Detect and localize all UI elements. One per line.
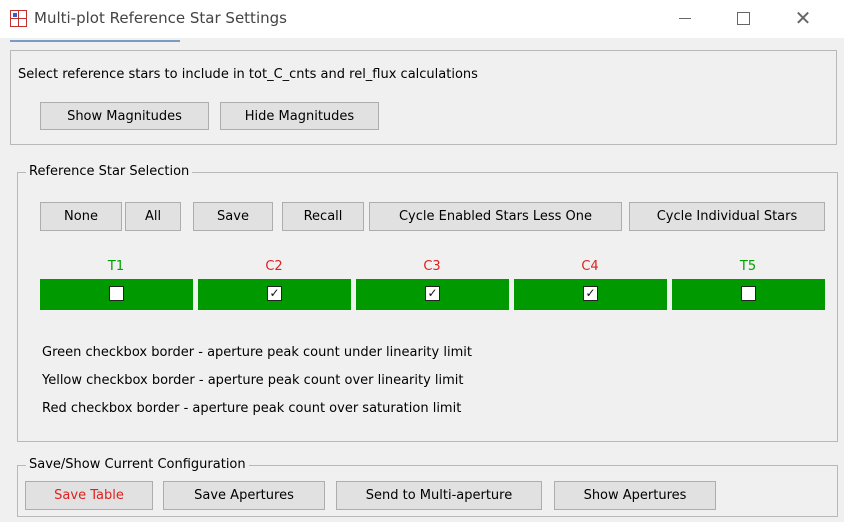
tab-indicator [10, 40, 180, 42]
intro-panel: Select reference stars to include in tot… [10, 50, 837, 145]
title-bar: Multi-plot Reference Star Settings ✕ [0, 0, 844, 38]
save-apertures-button[interactable]: Save Apertures [163, 481, 325, 510]
config-legend: Save/Show Current Configuration [26, 457, 249, 472]
selection-legend: Reference Star Selection [26, 164, 193, 179]
none-button[interactable]: None [40, 202, 122, 231]
star-checkbox-c4[interactable]: ✓ [583, 286, 598, 301]
configuration-panel: Save/Show Current Configuration Save Tab… [17, 457, 838, 517]
star-label-t5: T5 [739, 259, 757, 274]
star-cell-t5 [672, 279, 825, 310]
note-yellow: Yellow checkbox border - aperture peak c… [42, 373, 464, 388]
note-green: Green checkbox border - aperture peak co… [42, 345, 472, 360]
save-button[interactable]: Save [193, 202, 273, 231]
note-red: Red checkbox border - aperture peak coun… [42, 401, 462, 416]
save-table-button[interactable]: Save Table [25, 481, 153, 510]
star-checkbox-t1[interactable] [109, 286, 124, 301]
star-cell-c4: ✓ [514, 279, 667, 310]
intro-text: Select reference stars to include in tot… [18, 67, 478, 82]
minimize-button[interactable] [662, 0, 708, 36]
star-label-c2: C2 [265, 259, 283, 274]
send-to-multi-aperture-button[interactable]: Send to Multi-aperture [336, 481, 542, 510]
reference-star-selection-panel: Reference Star Selection None All Save R… [17, 164, 838, 442]
star-checkbox-c3[interactable]: ✓ [425, 286, 440, 301]
star-cell-c3: ✓ [356, 279, 509, 310]
show-apertures-button[interactable]: Show Apertures [554, 481, 716, 510]
star-cell-t1 [40, 279, 193, 310]
star-label-c4: C4 [581, 259, 599, 274]
cycle-enabled-stars-button[interactable]: Cycle Enabled Stars Less One [369, 202, 622, 231]
maximize-button[interactable] [720, 0, 766, 36]
star-checkbox-t5[interactable] [741, 286, 756, 301]
show-magnitudes-button[interactable]: Show Magnitudes [40, 102, 209, 130]
star-label-t1: T1 [107, 259, 125, 274]
window-title: Multi-plot Reference Star Settings [34, 9, 287, 27]
hide-magnitudes-button[interactable]: Hide Magnitudes [220, 102, 379, 130]
close-button[interactable]: ✕ [780, 0, 826, 36]
close-icon: ✕ [794, 6, 812, 30]
star-checkbox-c2[interactable]: ✓ [267, 286, 282, 301]
star-label-c3: C3 [423, 259, 441, 274]
star-cell-c2: ✓ [198, 279, 351, 310]
all-button[interactable]: All [125, 202, 181, 231]
minimize-icon [679, 18, 691, 19]
app-icon [10, 10, 27, 27]
cycle-individual-stars-button[interactable]: Cycle Individual Stars [629, 202, 825, 231]
recall-button[interactable]: Recall [282, 202, 364, 231]
maximize-icon [736, 12, 750, 25]
